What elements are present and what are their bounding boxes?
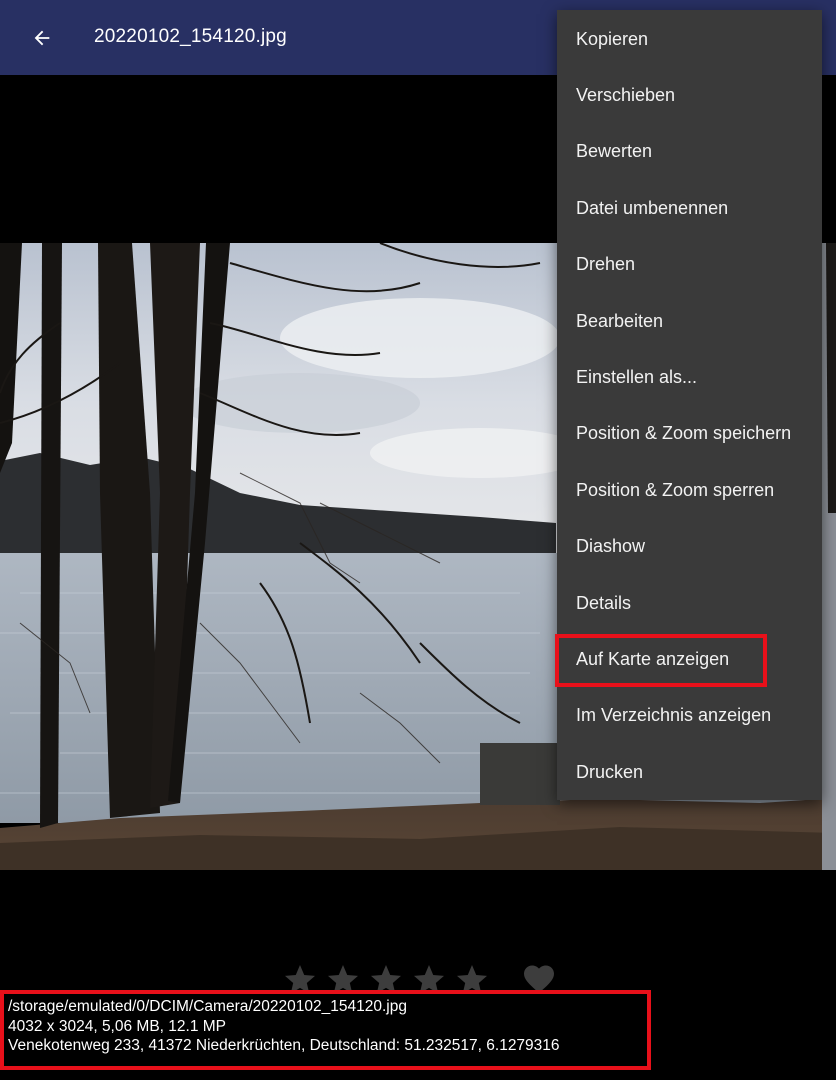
menu-item-im-verzeichnis-anzeigen[interactable]: Im Verzeichnis anzeigen bbox=[557, 688, 822, 744]
menu-item-drehen[interactable]: Drehen bbox=[557, 237, 822, 293]
favorite-button[interactable] bbox=[518, 958, 560, 1000]
arrow-left-icon bbox=[34, 30, 50, 46]
star-icon[interactable] bbox=[321, 960, 364, 1000]
heart-icon bbox=[524, 965, 554, 994]
menu-item-kopieren[interactable]: Kopieren bbox=[557, 11, 822, 67]
menu-item-bewerten[interactable]: Bewerten bbox=[557, 124, 822, 180]
star-icon[interactable] bbox=[364, 960, 407, 1000]
star-icon[interactable] bbox=[278, 960, 321, 1000]
menu-item-position-zoom-sperren[interactable]: Position & Zoom sperren bbox=[557, 462, 822, 518]
menu-item-bearbeiten[interactable]: Bearbeiten bbox=[557, 293, 822, 349]
menu-item-verschieben[interactable]: Verschieben bbox=[557, 67, 822, 123]
file-dimensions: 4032 x 3024, 5,06 MB, 12.1 MP bbox=[8, 1017, 226, 1035]
file-info: /storage/emulated/0/DCIM/Camera/20220102… bbox=[8, 997, 560, 1056]
menu-item-auf-karte-anzeigen[interactable]: Auf Karte anzeigen bbox=[557, 631, 822, 687]
overflow-menu: Kopieren Verschieben Bewerten Datei umbenen… bbox=[557, 10, 822, 800]
back-button[interactable] bbox=[22, 18, 62, 58]
file-location: Venekotenweg 233, 41372 Niederkrüchten, … bbox=[8, 1037, 560, 1054]
menu-item-einstellen-als[interactable]: Einstellen als... bbox=[557, 349, 822, 405]
star-icon[interactable] bbox=[450, 960, 493, 1000]
menu-item-datei-umbenennen[interactable]: Datei umbenennen bbox=[557, 180, 822, 236]
menu-item-details[interactable]: Details bbox=[557, 575, 822, 631]
file-title: 20220102_154120.jpg bbox=[94, 26, 287, 47]
star-icon[interactable] bbox=[407, 960, 450, 1000]
menu-item-diashow[interactable]: Diashow bbox=[557, 519, 822, 575]
rating-stars bbox=[278, 958, 493, 1002]
menu-item-drucken[interactable]: Drucken bbox=[557, 744, 822, 800]
file-path: /storage/emulated/0/DCIM/Camera/20220102… bbox=[8, 998, 407, 1015]
menu-item-position-zoom-speichern[interactable]: Position & Zoom speichern bbox=[557, 406, 822, 462]
